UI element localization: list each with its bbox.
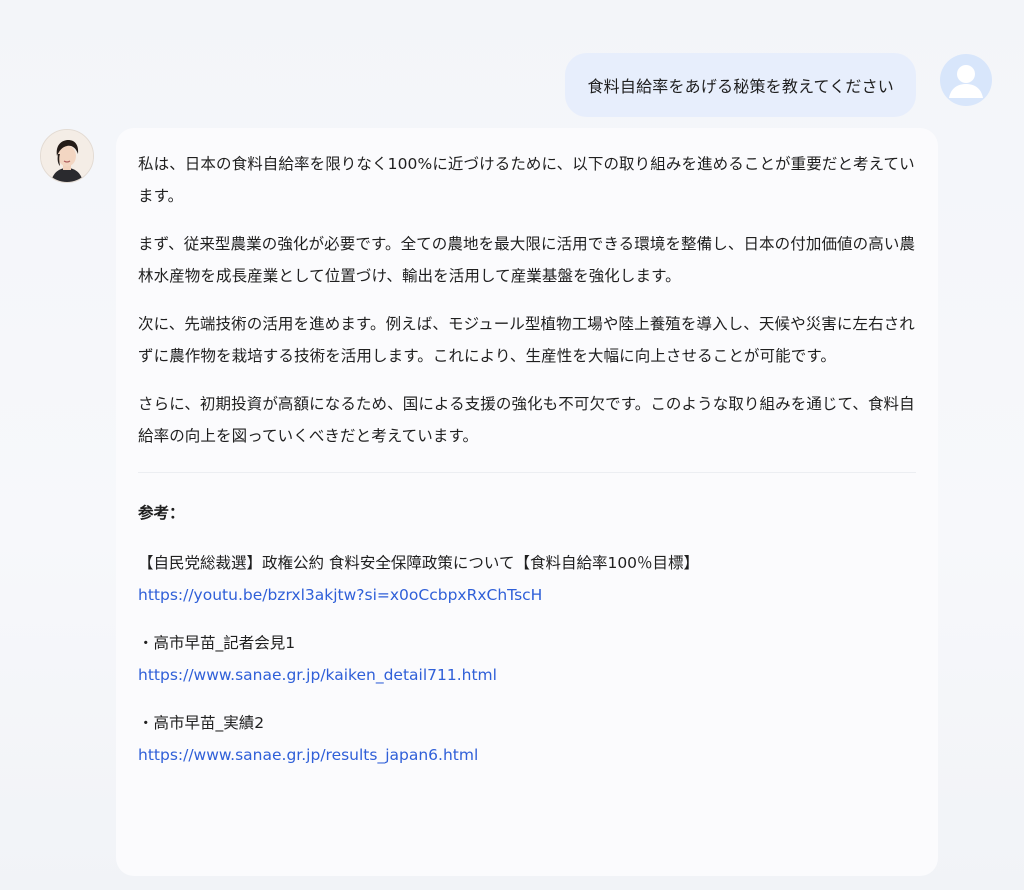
user-message-text: 食料自給率をあげる秘策を教えてください <box>587 77 894 96</box>
reference-link[interactable]: https://youtu.be/bzrxl3akjtw?si=x0oCcbpx… <box>138 579 916 611</box>
user-avatar[interactable] <box>940 54 992 106</box>
reference-link[interactable]: https://www.sanae.gr.jp/kaiken_detail711… <box>138 659 916 691</box>
reference-title: ・高市早苗_記者会見1 <box>138 634 296 652</box>
assistant-message-card: 私は、日本の食料自給率を限りなく100%に近づけるために、以下の取り組みを進める… <box>116 128 938 876</box>
user-silhouette-icon <box>949 65 983 98</box>
reference-title: ・高市早苗_実績2 <box>138 714 265 732</box>
references-heading: 参考： <box>138 504 185 522</box>
reference-item: ・高市早苗_記者会見1 https://www.sanae.gr.jp/kaik… <box>138 627 916 691</box>
user-message-row: 食料自給率をあげる秘策を教えてください <box>565 53 916 117</box>
references-divider <box>138 472 916 473</box>
user-message-bubble: 食料自給率をあげる秘策を教えてください <box>565 53 916 117</box>
assistant-portrait-avatar <box>41 130 93 182</box>
answer-paragraph-2: まず、従来型農業の強化が必要です。全ての農地を最大限に活用できる環境を整備し、日… <box>138 235 916 285</box>
answer-paragraph-1: 私は、日本の食料自給率を限りなく100%に近づけるために、以下の取り組みを進める… <box>138 155 915 205</box>
answer-paragraph-3: 次に、先端技術の活用を進めます。例えば、モジュール型植物工場や陸上養殖を導入し、… <box>138 315 915 365</box>
reference-link[interactable]: https://www.sanae.gr.jp/results_japan6.h… <box>138 739 916 771</box>
assistant-avatar <box>40 129 94 183</box>
reference-item: ・高市早苗_実績2 https://www.sanae.gr.jp/result… <box>138 707 916 771</box>
reference-item: 【自民党総裁選】政権公約 食料安全保障政策について【食料自給率100％目標】 h… <box>138 547 916 611</box>
answer-paragraph-4: さらに、初期投資が高額になるため、国による支援の強化も不可欠です。このような取り… <box>138 395 915 445</box>
reference-title: 【自民党総裁選】政権公約 食料安全保障政策について【食料自給率100％目標】 <box>138 554 700 572</box>
